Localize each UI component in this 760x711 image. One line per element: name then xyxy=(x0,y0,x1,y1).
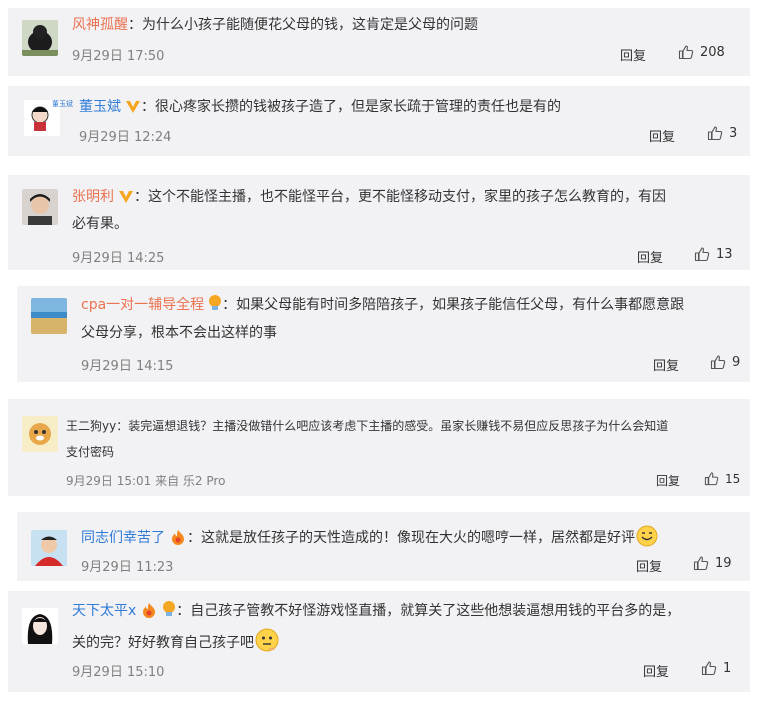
thinking-emoji-icon xyxy=(255,628,279,652)
comment-text: ：这个不能怪主播，也不能怪平台，更不能怪移动支付，家里的孩子怎么教育的，有因 xyxy=(134,189,666,205)
fire-badge-icon xyxy=(143,603,156,618)
like-count: 1 xyxy=(723,660,732,676)
user-name-link[interactable]: 董玉斌 xyxy=(79,99,121,115)
comment-line: 天下太平x ：自己孩子管教不好怪游戏怪直播，就算关了这些他想装逼想用钱的平台多的是… xyxy=(72,598,680,625)
verified-v-icon xyxy=(119,191,133,203)
thumbs-up-icon xyxy=(701,661,717,676)
like-count: 15 xyxy=(725,471,741,486)
reply-button[interactable]: 回复 xyxy=(637,247,663,266)
user-name-link[interactable]: 同志们幸苦了 xyxy=(81,530,165,546)
comment-date: 9月29日 14:25 xyxy=(72,251,165,266)
comment-date: 9月29日 17:50 xyxy=(72,49,165,64)
comment-card: 风神孤醒：为什么小孩子能随便花父母的钱，这肯定是父母的问题 9月29日 17:5… xyxy=(8,8,750,76)
comment-card: 王二狗yy：装完逼想退钱？主播没做错什么吧应该考虑下主播的感受。虽家长赚钱不易但… xyxy=(8,399,750,496)
reply-button[interactable]: 回复 xyxy=(653,355,679,374)
thumbs-up-icon xyxy=(694,247,710,262)
comment-text: ：为什么小孩子能随便花父母的钱，这肯定是父母的问题 xyxy=(128,17,478,33)
comment-text: ：自己孩子管教不好怪游戏怪直播，就算关了这些他想装逼想用钱的平台多的是， xyxy=(176,603,681,619)
avatar[interactable] xyxy=(31,298,67,334)
comment-text-continued: 支付密码 xyxy=(66,445,115,459)
thumbs-up-icon xyxy=(707,126,723,141)
reply-button[interactable]: 回复 xyxy=(636,556,662,575)
smile-emoji-icon xyxy=(636,525,658,547)
comment-text: ：装完逼想退钱？主播没做错什么吧应该考虑下主播的感受。虽家长赚钱不易但应反思孩子… xyxy=(116,419,669,433)
comment-card: 董玉斌 董玉斌 ：很心疼家长攒的钱被孩子造了，但是家长疏于管理的责任也是有的 9月… xyxy=(8,86,750,156)
reply-button[interactable]: 回复 xyxy=(649,126,675,145)
comment-line: 风神孤醒：为什么小孩子能随便花父母的钱，这肯定是父母的问题 xyxy=(72,12,478,39)
avatar[interactable] xyxy=(22,20,58,56)
avatar-caption: 董玉斌 xyxy=(52,100,73,108)
comment-line: 同志们幸苦了 ：这就是放任孩子的天性造成的！像现在大火的嗯哼一样，居然都是好评 xyxy=(81,524,659,552)
reply-button[interactable]: 回复 xyxy=(656,472,680,489)
reply-button[interactable]: 回复 xyxy=(620,45,646,64)
comment-text-continued: 关的完？好好教育自己孩子吧 xyxy=(72,627,280,657)
reply-button[interactable]: 回复 xyxy=(643,661,669,680)
comment-date: 9月29日 11:23 xyxy=(81,560,174,575)
like-button[interactable]: 208 xyxy=(678,44,725,60)
comment-card: 同志们幸苦了 ：这就是放任孩子的天性造成的！像现在大火的嗯哼一样，居然都是好评 9… xyxy=(17,512,750,581)
comment-text: ：很心疼家长攒的钱被孩子造了，但是家长疏于管理的责任也是有的 xyxy=(141,99,561,115)
like-button[interactable]: 13 xyxy=(694,246,733,262)
avatar[interactable] xyxy=(22,608,58,644)
comment-date: 9月29日 14:15 xyxy=(81,359,174,374)
like-count: 9 xyxy=(732,354,741,370)
comment-text: ：如果父母能有时间多陪陪孩子，如果孩子能信任父母，有什么事都愿意跟 xyxy=(222,297,685,313)
thumbs-up-icon xyxy=(704,472,719,486)
avatar[interactable] xyxy=(22,189,58,225)
user-name-link[interactable]: 王二狗yy xyxy=(66,419,116,433)
comment-line: 董玉斌 ：很心疼家长攒的钱被孩子造了，但是家长疏于管理的责任也是有的 xyxy=(79,94,561,121)
lightbulb-badge-icon xyxy=(163,601,176,616)
comment-text-continued: 必有果。 xyxy=(72,216,128,232)
comment-text-continued: 父母分享，根本不会出这样的事 xyxy=(81,325,277,341)
comment-text-line2: 关的完？好好教育自己孩子吧 xyxy=(72,635,254,651)
lightbulb-badge-icon xyxy=(209,295,222,310)
comment-date: 9月29日 15:01 来自 乐2 Pro xyxy=(66,474,226,488)
comment-date: 9月29日 12:24 xyxy=(79,130,172,145)
user-name-link[interactable]: 张明利 xyxy=(72,189,114,205)
fire-badge-icon xyxy=(172,530,184,545)
thumbs-up-icon xyxy=(678,45,694,60)
like-count: 19 xyxy=(715,555,732,571)
user-name-link[interactable]: cpa一对一辅导全程 xyxy=(81,297,204,313)
avatar[interactable] xyxy=(31,530,67,566)
comment-card: cpa一对一辅导全程 ：如果父母能有时间多陪陪孩子，如果孩子能信任父母，有什么事都… xyxy=(17,286,750,382)
thumbs-up-icon xyxy=(710,355,726,370)
verified-v-icon xyxy=(126,101,140,113)
comment-line: 张明利 ：这个不能怪主播，也不能怪平台，更不能怪移动支付，家里的孩子怎么教育的，有… xyxy=(72,184,666,211)
like-count: 13 xyxy=(716,246,733,262)
comment-card: 张明利 ：这个不能怪主播，也不能怪平台，更不能怪移动支付，家里的孩子怎么教育的，有… xyxy=(8,175,750,270)
like-button[interactable]: 15 xyxy=(704,471,740,486)
like-button[interactable]: 9 xyxy=(710,354,740,370)
avatar[interactable] xyxy=(22,416,58,452)
comment-line: 王二狗yy：装完逼想退钱？主播没做错什么吧应该考虑下主播的感受。虽家长赚钱不易但… xyxy=(66,413,668,440)
comment-card: 天下太平x ：自己孩子管教不好怪游戏怪直播，就算关了这些他想装逼想用钱的平台多的是… xyxy=(8,591,750,692)
comment-text: ：这就是放任孩子的天性造成的！像现在大火的嗯哼一样，居然都是好评 xyxy=(187,530,635,546)
like-button[interactable]: 19 xyxy=(693,555,732,571)
user-name-link[interactable]: 天下太平x xyxy=(72,603,136,619)
thumbs-up-icon xyxy=(693,556,709,571)
like-count: 3 xyxy=(729,125,738,141)
like-count: 208 xyxy=(700,44,725,60)
like-button[interactable]: 3 xyxy=(707,125,737,141)
comment-date: 9月29日 15:10 xyxy=(72,665,165,680)
comment-line: cpa一对一辅导全程 ：如果父母能有时间多陪陪孩子，如果孩子能信任父母，有什么事都… xyxy=(81,292,684,319)
user-name-link[interactable]: 风神孤醒 xyxy=(72,17,128,33)
like-button[interactable]: 1 xyxy=(701,660,731,676)
